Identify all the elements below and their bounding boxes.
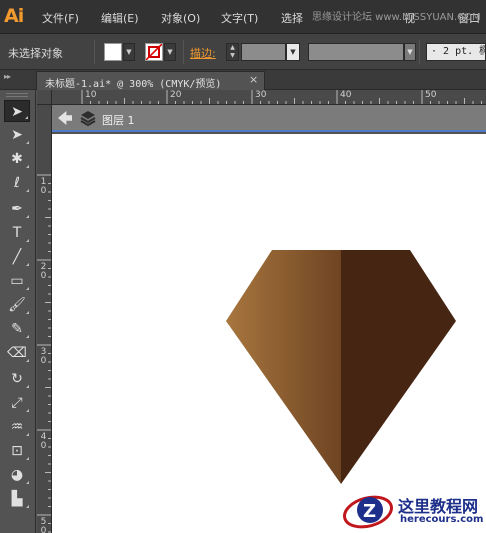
diamond-artwork[interactable] [52,134,486,533]
divider [419,40,420,64]
ruler-origin[interactable] [37,90,52,105]
tool-flyout-indicator [26,239,29,242]
collapse-panels-icon[interactable]: ▸▸ [4,72,11,81]
tool-flyout-indicator [26,311,29,314]
ruler-label: 10 [85,90,97,100]
tool-flyout-indicator [26,263,29,266]
ruler-label: 50 [425,90,437,100]
tool-flyout-indicator [26,359,29,362]
menu-object[interactable]: 对象(O) [161,10,200,26]
ruler-label: 50 [40,517,47,533]
stroke-label[interactable]: 描边: [190,45,216,61]
layers-icon [80,111,96,126]
menu-bar: Ai 文件(F) 编辑(E) 对象(O) 文字(T) 选择 视 窗口 思缘设计论… [0,0,486,34]
stroke-weight-stepper[interactable]: ▲ ▼ [226,43,239,61]
watermark-text: 思缘设计论坛 www.MISSYUAN.COM [312,12,481,23]
lasso-tool-icon[interactable]: ℓ [4,172,30,194]
selection-tool-icon[interactable]: ➤ [4,100,30,122]
stroke-weight-field[interactable] [241,43,286,61]
free-transform-tool-icon[interactable]: ⊡ [4,440,30,462]
svg-text:Z: Z [363,501,376,522]
menu-file[interactable]: 文件(F) [42,10,79,26]
stroke-dropdown-arrow[interactable]: ▼ [164,43,176,61]
tool-flyout-indicator [26,215,29,218]
brush-definition-field[interactable]: · 2 pt. 椭 [426,43,486,61]
rotate-tool-icon[interactable]: ↻ [4,368,30,390]
magic-wand-tool-icon[interactable]: ✱ [4,148,30,170]
tool-flyout-indicator [26,481,29,484]
ruler-ticks [81,90,482,104]
tool-flyout-indicator [26,505,29,508]
ruler-label: 30 [255,90,267,100]
document-tab[interactable]: 未标题-1.ai* @ 300% (CMYK/预览) × [36,71,265,90]
diamond-left-facet[interactable] [226,250,341,484]
app-logo: Ai [4,5,24,27]
tools-panel: ➤ ➤ ✱ ℓ ✒ T ╱ ▭ 🖌 ✎ ⌫ ↻ ⤢ ♒ ⊡ ◕ ▙ [0,90,36,533]
document-tab-title: 未标题-1.ai* @ 300% (CMYK/预览) [45,79,222,90]
layer-name: 图层 1 [102,114,135,127]
diamond-right-facet[interactable] [341,250,456,484]
back-arrow-icon[interactable] [58,111,72,125]
tool-flyout-indicator [25,116,28,119]
artboard-canvas[interactable] [52,134,486,533]
tool-flyout-indicator [26,433,29,436]
tool-flyout-indicator [26,189,29,192]
menu-type[interactable]: 文字(T) [221,10,258,26]
tool-flyout-indicator [26,385,29,388]
isolation-mode-bar: 图层 1 [52,105,486,132]
menu-select[interactable]: 选择 [281,10,303,26]
direct-selection-tool-icon[interactable]: ➤ [4,124,30,146]
rectangle-tool-icon[interactable]: ▭ [4,270,30,292]
site-logo-url: herecours.com [400,514,484,525]
pen-tool-icon[interactable]: ✒ [4,198,30,220]
ruler-label: 20 [40,262,47,281]
shape-builder-tool-icon[interactable]: ◕ [4,464,30,486]
paintbrush-tool-icon[interactable]: 🖌 [4,294,30,316]
divider [94,40,95,64]
panel-grip[interactable] [6,93,28,97]
warp-tool-icon[interactable]: ♒ [4,416,30,438]
ruler-label: 10 [40,177,47,196]
ruler-label: 40 [340,90,352,100]
close-icon[interactable]: × [249,73,258,86]
control-bar: 未选择对象 ▼ ▼ 描边: ▲ ▼ ▼ ▼ · 2 pt. 椭 [0,34,486,70]
document-tab-bar: ▸▸ 未标题-1.ai* @ 300% (CMYK/预览) × [0,70,486,90]
tool-flyout-indicator [26,409,29,412]
variable-width-profile[interactable] [308,43,404,61]
tool-flyout-indicator [26,335,29,338]
ruler-label: 30 [40,347,47,366]
selection-status: 未选择对象 [8,47,63,60]
tool-flyout-indicator [26,457,29,460]
eraser-tool-icon[interactable]: ⌫ [4,342,30,364]
tool-flyout-indicator [26,165,29,168]
ruler-ticks [37,174,51,533]
tool-flyout-indicator [26,141,29,144]
line-segment-tool-icon[interactable]: ╱ [4,246,30,268]
stroke-weight-dropdown[interactable]: ▼ [286,43,300,61]
ruler-label: 20 [170,90,182,100]
fill-color-swatch[interactable] [104,43,122,61]
divider [183,40,184,64]
vertical-ruler[interactable]: 10 20 30 40 50 [37,105,52,533]
graph-tool-icon[interactable]: ▙ [4,488,30,510]
menu-edit[interactable]: 编辑(E) [101,10,139,26]
scale-tool-icon[interactable]: ⤢ [4,392,30,414]
tool-flyout-indicator [26,287,29,290]
variable-width-dropdown[interactable]: ▼ [404,43,416,61]
type-tool-icon[interactable]: T [4,222,30,244]
fill-dropdown-arrow[interactable]: ▼ [123,43,135,61]
horizontal-ruler[interactable]: 10 20 30 40 50 [52,90,486,105]
no-stroke-icon [146,44,162,60]
stroke-color-swatch[interactable] [145,43,163,61]
ruler-label: 40 [40,432,47,451]
blob-brush-tool-icon[interactable]: ✎ [4,318,30,340]
